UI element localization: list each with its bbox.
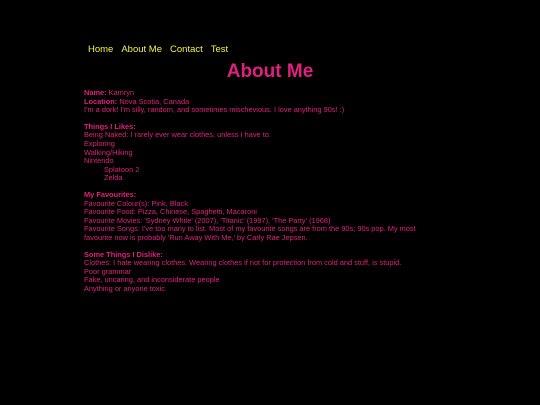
- nav-link-contact[interactable]: Contact: [170, 44, 203, 55]
- dislikes-item: Clothes: I hate wearing clothes. Wearing…: [84, 258, 402, 268]
- favourites-section: My Favourites: Favourite Colour(s): Pink…: [84, 190, 434, 243]
- likes-item: Walking/Hiking: [84, 147, 133, 157]
- favourite-songs: Favourite Songs: I've too many to list. …: [84, 224, 416, 242]
- page-title: About Me: [226, 61, 314, 82]
- likes-subitem: Zelda: [104, 173, 123, 183]
- likes-item: Exploring: [84, 138, 115, 148]
- about-content: Name: Kamryn Location: Nova Scotia, Cana…: [84, 88, 434, 301]
- nav-link-about-me[interactable]: About Me: [121, 44, 162, 55]
- dislikes-item: Anything or anyone toxic: [84, 283, 165, 293]
- likes-item: Being Naked: I rarely ever wear clothes,…: [84, 130, 271, 140]
- likes-subitem: Splatoon 2: [104, 164, 140, 174]
- nav-link-home[interactable]: Home: [88, 44, 113, 55]
- profile-section: Name: Kamryn Location: Nova Scotia, Cana…: [84, 88, 434, 115]
- nav-link-test[interactable]: Test: [211, 44, 228, 55]
- likes-section: Things I Likes: Being Naked: I rarely ev…: [84, 122, 434, 183]
- top-nav: Home About Me Contact Test: [88, 44, 228, 55]
- dislikes-section: Some Things I Dislike: Clothes: I hate w…: [84, 250, 434, 294]
- bio-text: I'm a dork! I'm silly, random, and somet…: [84, 105, 345, 115]
